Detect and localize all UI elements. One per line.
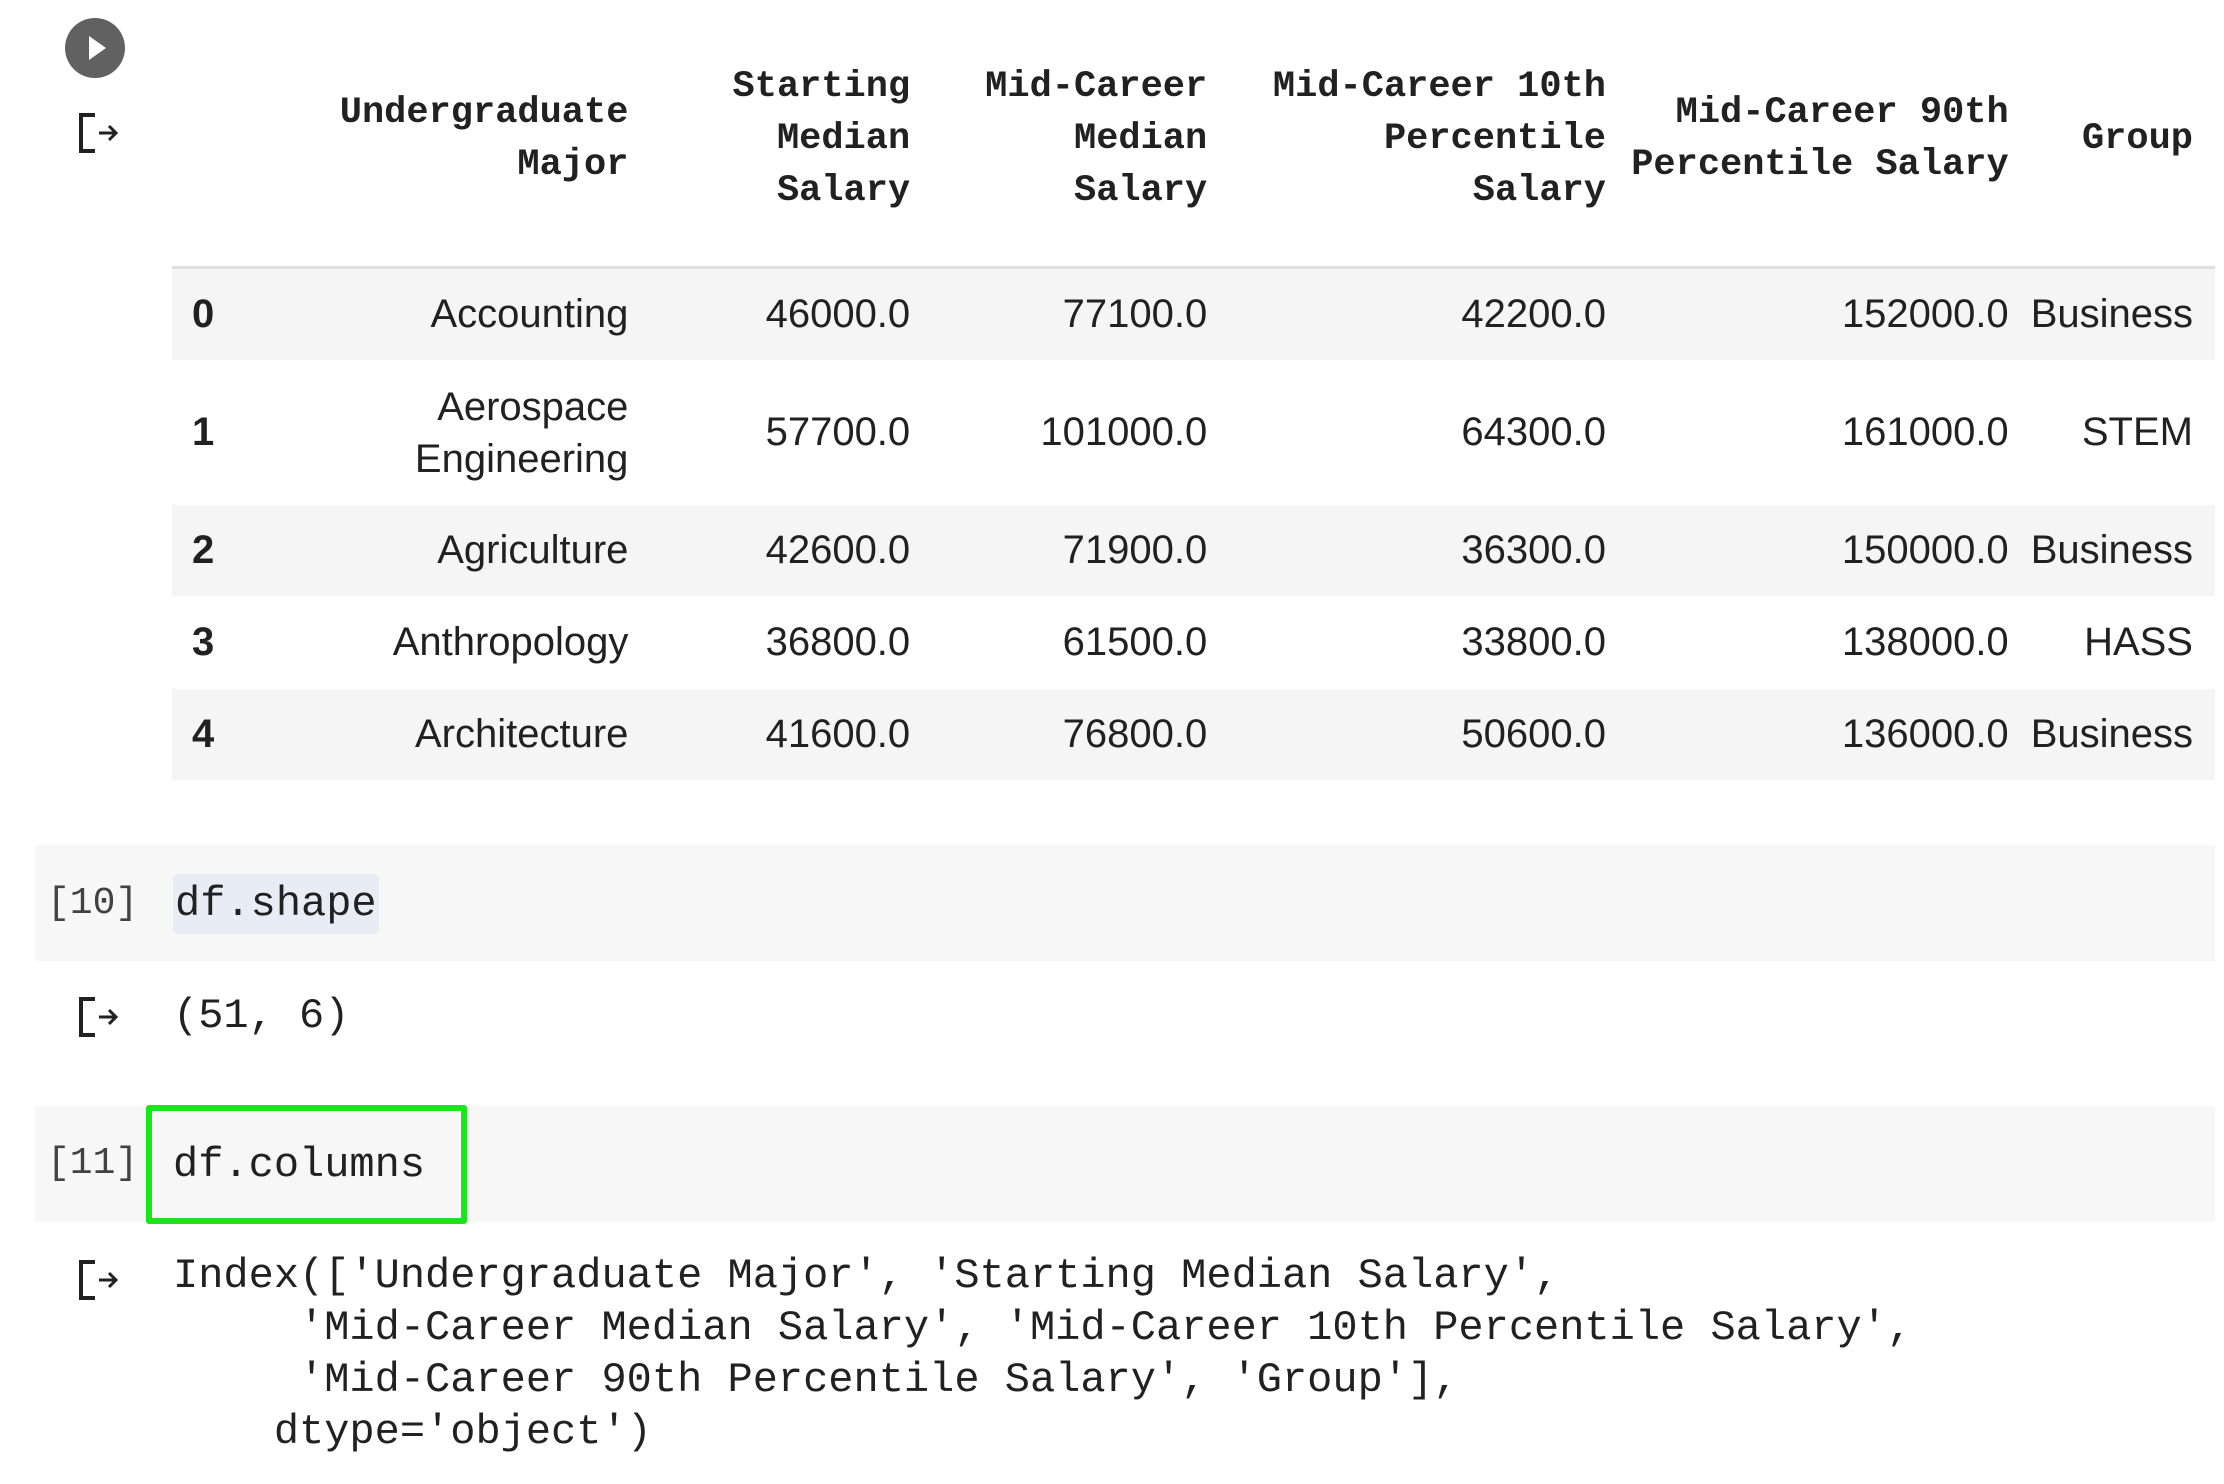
table-cell: 150000.0	[1841, 528, 2009, 572]
output-icon	[79, 1260, 119, 1300]
table-cell: 36300.0	[1461, 528, 1606, 572]
table-cell: Business	[2030, 291, 2193, 336]
column-header: Group	[2081, 117, 2193, 160]
table-cell: 77100.0	[1062, 291, 1208, 336]
cell-prompt: [10]	[47, 882, 139, 925]
dataframe-table: Undergraduate Major Starting Median Sala…	[172, 30, 2215, 780]
table-cell: Aerospace Engineering	[414, 384, 629, 481]
column-header: Undergraduate Major	[339, 91, 629, 186]
table-row: 4 Architecture 41600.0 76800.0 50600.0 136000…	[172, 689, 2215, 780]
table-cell: 57700.0	[765, 410, 911, 454]
row-index: 3	[192, 620, 215, 664]
table-cell: 161000.0	[1841, 410, 2009, 454]
table-cell: 46000.0	[765, 291, 911, 336]
table-cell: 64300.0	[1461, 410, 1606, 454]
table-row: 2 Agriculture 42600.0 71900.0 36300.0 150000.…	[172, 505, 2215, 596]
table-cell: 138000.0	[1841, 620, 2009, 664]
table-cell: Business	[2030, 528, 2193, 572]
table-cell: Accounting	[430, 291, 629, 336]
index-header	[172, 30, 236, 267]
row-index: 1	[192, 410, 215, 454]
table-cell: STEM	[2081, 410, 2193, 454]
column-header: Mid-Career 90th Percentile Salary	[1631, 91, 2009, 186]
column-header: Starting Median Salary	[732, 65, 911, 212]
table-cell: Agriculture	[437, 528, 629, 572]
table-cell: Architecture	[415, 712, 629, 756]
table-cell: 50600.0	[1461, 712, 1606, 756]
table-cell: 42200.0	[1461, 291, 1606, 336]
output-icon	[79, 997, 119, 1037]
table-cell: 136000.0	[1841, 712, 2009, 756]
table-cell: 61500.0	[1062, 620, 1208, 664]
table-cell: 76800.0	[1062, 712, 1208, 756]
table-row: 0 Accounting 46000.0 77100.0 42200.0 152000.0…	[172, 267, 2215, 360]
table-cell: 36800.0	[765, 620, 911, 664]
table-cell: 41600.0	[765, 712, 911, 756]
column-header: Mid-Career Median Salary	[985, 65, 1208, 212]
cell-output: (51, 6)	[173, 992, 350, 1040]
row-index: 2	[192, 528, 215, 572]
cell-prompt: [11]	[47, 1142, 139, 1185]
table-row: 3 Anthropology 36800.0 61500.0 33800.0 138000…	[172, 596, 2215, 689]
table-cell: 152000.0	[1841, 291, 2009, 336]
table-cell: 71900.0	[1062, 528, 1208, 572]
column-header: Mid-Career 10th Percentile Salary	[1272, 65, 1606, 212]
code-input[interactable]: df.shape	[173, 874, 379, 934]
table-cell: 101000.0	[1040, 410, 1208, 454]
run-cell-button[interactable]	[65, 18, 125, 78]
output-icon	[79, 113, 119, 153]
row-index: 4	[192, 712, 215, 756]
highlight-box	[146, 1105, 467, 1224]
table-cell: 33800.0	[1461, 620, 1606, 664]
row-index: 0	[192, 291, 215, 336]
table-cell: Business	[2030, 712, 2193, 756]
table-cell: 42600.0	[765, 528, 911, 572]
cell-output: Index(['Undergraduate Major', 'Starting …	[173, 1252, 1913, 1456]
table-row: 1 Aerospace Engineering 57700.0 101000.0 643…	[172, 360, 2215, 505]
table-cell: HASS	[2084, 620, 2193, 664]
table-cell: Anthropology	[392, 620, 629, 664]
